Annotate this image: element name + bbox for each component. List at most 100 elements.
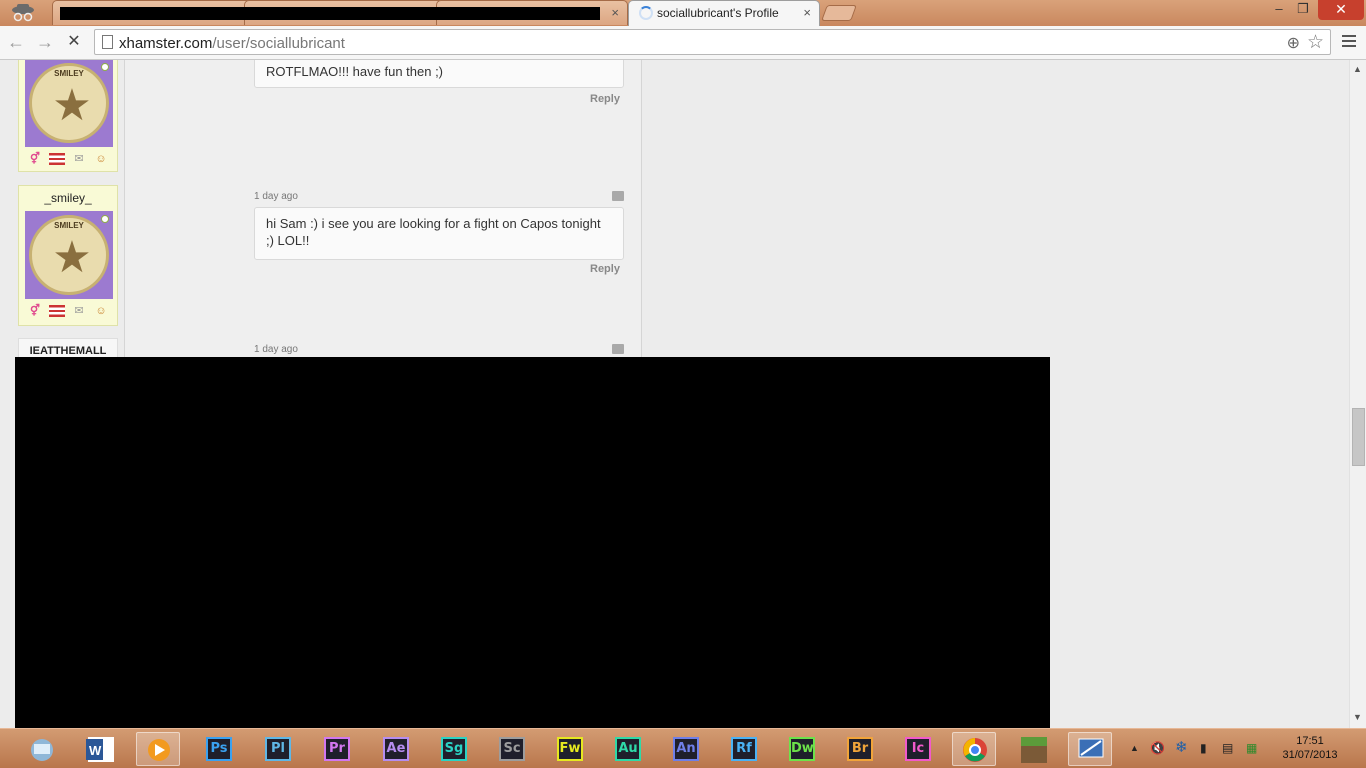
- minecraft-app-icon[interactable]: [1012, 732, 1056, 766]
- comment-text: ROTFLMAO!!! have fun then ;): [254, 60, 624, 88]
- power-tray-icon[interactable]: ▮: [1200, 741, 1207, 755]
- stop-loading-icon[interactable]: ✕: [63, 31, 85, 53]
- restore-button[interactable]: ❐: [1292, 0, 1314, 20]
- online-status-icon: [101, 215, 109, 223]
- mail-icon[interactable]: ✉: [71, 305, 87, 317]
- comment-user-card[interactable]: SMILEY ★ ⚥ ✉ ☺: [18, 60, 118, 172]
- remote-desktop-app-icon[interactable]: [1068, 732, 1112, 766]
- adobe-app-glyph: Ic: [905, 737, 931, 761]
- adobe-app-glyph: Sg: [441, 737, 467, 761]
- snowflake-tray-icon[interactable]: ❄: [1175, 738, 1188, 756]
- username[interactable]: _smiley_: [19, 191, 117, 205]
- forward-arrow-icon[interactable]: →: [34, 31, 56, 53]
- comment-text: hi Sam :) i see you are looking for a fi…: [254, 207, 624, 260]
- friend-icon[interactable]: ☺: [93, 305, 109, 317]
- incognito-icon: [6, 2, 40, 24]
- back-arrow-icon[interactable]: ←: [5, 31, 27, 53]
- us-flag-icon: [49, 305, 65, 317]
- adobe-audition-icon[interactable]: Au: [606, 732, 650, 766]
- tab-close-icon[interactable]: ×: [803, 5, 811, 20]
- badge-image: SMILEY ★: [29, 63, 109, 143]
- minimize-button[interactable]: –: [1268, 0, 1290, 20]
- adobe-premiere-icon[interactable]: Pr: [315, 732, 359, 766]
- adobe-after-effects-icon[interactable]: Ae: [374, 732, 418, 766]
- address-bar[interactable]: xhamster.com/user/sociallubricant ⊕ ☆: [94, 29, 1331, 55]
- badge-label: SMILEY: [54, 69, 84, 78]
- network-app-icon[interactable]: [20, 732, 64, 766]
- adobe-speedgrade-icon[interactable]: Sg: [432, 732, 476, 766]
- comment-user-card[interactable]: _smiley_ SMILEY ★ ⚥ ✉ ☺: [18, 185, 118, 326]
- adobe-dreamweaver-icon[interactable]: Dw: [780, 732, 824, 766]
- adobe-app-glyph: Ps: [206, 737, 232, 761]
- page-viewport: SMILEY ★ ⚥ ✉ ☺ ROTFLMAO!!! have fun then…: [0, 60, 1349, 728]
- us-flag-icon: [49, 153, 65, 165]
- browser-titlebar: × sociallubricant's Profile × – ❐ ✕: [0, 0, 1366, 26]
- zoom-icon[interactable]: ⊕: [1287, 33, 1300, 53]
- friend-icon[interactable]: ☺: [93, 153, 109, 165]
- tab-close-icon[interactable]: ×: [611, 5, 619, 20]
- user-icons: ⚥ ✉ ☺: [27, 305, 113, 319]
- url-domain: xhamster.com: [119, 35, 213, 52]
- comment-timestamp: 1 day ago: [254, 191, 298, 202]
- redacted-tab-titles: [60, 7, 600, 20]
- adobe-prelude-icon[interactable]: Pl: [256, 732, 300, 766]
- badge-image: SMILEY ★: [29, 215, 109, 295]
- gender-icon: ⚥: [30, 305, 40, 317]
- avatar[interactable]: SMILEY ★: [25, 60, 113, 147]
- scrollbar-thumb[interactable]: [1352, 408, 1365, 466]
- svg-text:W: W: [89, 743, 102, 758]
- adobe-scout-icon[interactable]: Sc: [490, 732, 534, 766]
- scroll-down-arrow-icon[interactable]: ▼: [1353, 712, 1362, 722]
- adobe-bridge-icon[interactable]: Br: [838, 732, 882, 766]
- adobe-app-glyph: Pl: [265, 737, 291, 761]
- adobe-app-glyph: An: [673, 737, 699, 761]
- bookmark-star-icon[interactable]: ☆: [1307, 31, 1324, 54]
- reply-link[interactable]: Reply: [590, 263, 620, 275]
- adobe-incopy-icon[interactable]: Ic: [896, 732, 940, 766]
- star-badge-icon: ★: [52, 81, 92, 130]
- username[interactable]: IEATTHEMALL: [19, 345, 117, 357]
- scroll-up-arrow-icon[interactable]: ▲: [1353, 64, 1362, 74]
- network-tray-icon[interactable]: ▤: [1222, 741, 1233, 755]
- windows-taskbar: W Ps Pl Pr Ae Sg Sc Fw Au An Rf Dw Br Ic…: [0, 728, 1366, 768]
- comment-timestamp: 1 day ago: [254, 344, 298, 355]
- adobe-app-glyph: Fw: [557, 737, 583, 761]
- adobe-fireworks-icon[interactable]: Fw: [548, 732, 592, 766]
- avatar[interactable]: SMILEY ★: [25, 211, 113, 299]
- app-tray-icon[interactable]: ▦: [1246, 741, 1257, 755]
- report-flag-icon[interactable]: [612, 344, 624, 354]
- system-clock[interactable]: 17:51 31/07/2013: [1282, 734, 1338, 762]
- page-icon: [102, 35, 113, 49]
- clock-time: 17:51: [1296, 735, 1324, 747]
- loading-spinner-icon: [639, 6, 653, 20]
- chrome-menu-icon[interactable]: [1342, 35, 1356, 47]
- tab-active-profile[interactable]: sociallubricant's Profile ×: [628, 0, 820, 26]
- page-scrollbar[interactable]: ▲ ▼: [1349, 60, 1366, 728]
- adobe-app-glyph: Br: [847, 737, 873, 761]
- media-player-app-icon[interactable]: [136, 732, 180, 766]
- tab-title: sociallubricant's Profile: [657, 6, 779, 20]
- mail-icon[interactable]: ✉: [71, 153, 87, 165]
- show-hidden-icons-arrow-icon[interactable]: ▲: [1130, 743, 1139, 753]
- online-status-icon: [101, 63, 109, 71]
- adobe-app-glyph: Au: [615, 737, 641, 761]
- user-icons: ⚥ ✉ ☺: [27, 153, 113, 167]
- adobe-app-glyph: Ae: [383, 737, 409, 761]
- url-text: xhamster.com/user/sociallubricant: [119, 35, 345, 52]
- adobe-photoshop-icon[interactable]: Ps: [197, 732, 241, 766]
- word-app-icon[interactable]: W: [78, 732, 122, 766]
- new-tab-button[interactable]: [821, 5, 857, 21]
- gender-icon: ⚥: [30, 153, 40, 165]
- report-flag-icon[interactable]: [612, 191, 624, 201]
- adobe-app-glyph: Sc: [499, 737, 525, 761]
- clock-date: 31/07/2013: [1282, 749, 1338, 761]
- browser-toolbar: ← → ✕ xhamster.com/user/sociallubricant …: [0, 26, 1366, 60]
- adobe-animate-icon[interactable]: An: [664, 732, 708, 766]
- close-window-button[interactable]: ✕: [1318, 0, 1364, 20]
- chrome-app-icon[interactable]: [952, 732, 996, 766]
- adobe-reflow-icon[interactable]: Rf: [722, 732, 766, 766]
- volume-muted-icon[interactable]: 🔇: [1150, 741, 1165, 755]
- adobe-app-glyph: Dw: [789, 737, 815, 761]
- adobe-app-glyph: Pr: [324, 737, 350, 761]
- reply-link[interactable]: Reply: [590, 93, 620, 105]
